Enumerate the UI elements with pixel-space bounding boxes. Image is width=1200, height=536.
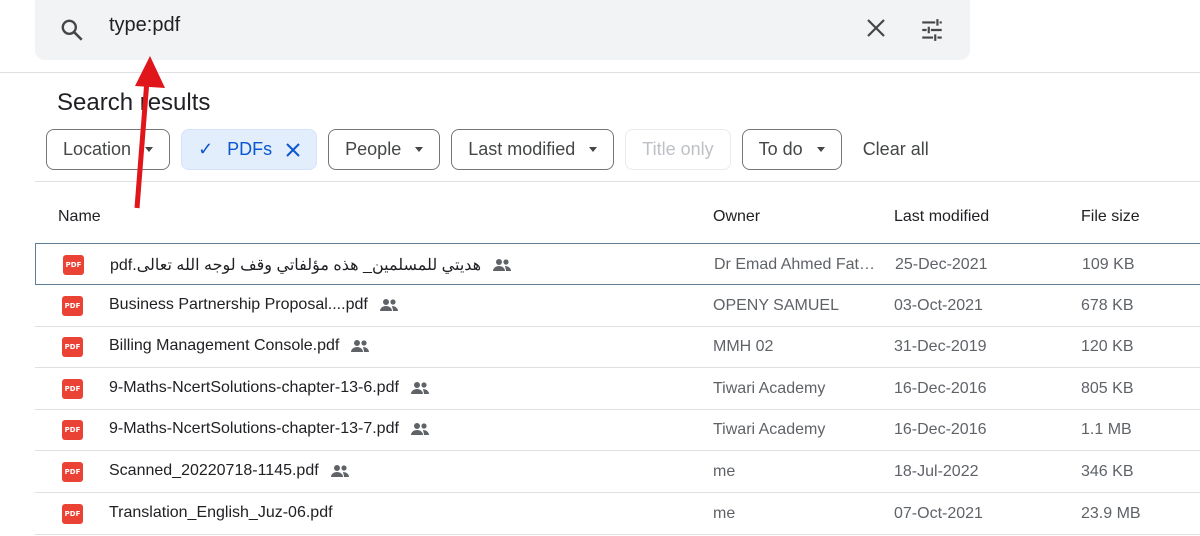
file-owner: me bbox=[713, 463, 736, 480]
file-modified: 18-Jul-2022 bbox=[894, 463, 979, 480]
file-name: 9-Maths-NcertSolutions-chapter-13-6.pdf bbox=[109, 379, 431, 397]
column-header-last-modified[interactable]: Last modified bbox=[894, 208, 989, 226]
shared-icon bbox=[330, 465, 349, 477]
file-owner: me bbox=[713, 504, 736, 522]
file-owner: Tiwari Academy bbox=[713, 421, 826, 439]
shared-icon bbox=[493, 259, 512, 271]
file-row[interactable]: PDF Business Partnership Proposal....pdf… bbox=[35, 285, 1200, 327]
file-name: 9-Maths-NcertSolutions-chapter-13-7.pdf bbox=[109, 420, 431, 438]
caret-down-icon bbox=[816, 147, 825, 152]
pdf-file-icon: PDF bbox=[62, 503, 83, 524]
chip-label: To do bbox=[758, 139, 803, 159]
file-name-text: Business Partnership Proposal....pdf bbox=[109, 295, 368, 313]
file-name-text: Scanned_20220718-1145.pdf bbox=[109, 462, 319, 479]
pdf-file-icon: PDF bbox=[62, 337, 83, 358]
pdf-file-icon: PDF bbox=[62, 378, 83, 399]
file-modified: 16-Dec-2016 bbox=[894, 421, 987, 439]
caret-down-icon bbox=[415, 147, 424, 152]
file-row[interactable]: PDF هديتي للمسلمين_ هذه مؤلفاتي وقف لوجه… bbox=[35, 243, 1200, 285]
file-name-text: 9-Maths-NcertSolutions-chapter-13-7.pdf bbox=[109, 420, 399, 438]
chip-label: Title only bbox=[642, 139, 714, 159]
file-owner: OPENY SAMUEL bbox=[713, 296, 839, 314]
people-filter[interactable]: People bbox=[328, 129, 441, 170]
file-size: 678 KB bbox=[1081, 296, 1134, 314]
file-owner: Dr Emad Ahmed Fat… bbox=[714, 256, 875, 273]
chip-label: Last modified bbox=[468, 139, 576, 159]
shared-icon bbox=[379, 298, 398, 311]
file-row[interactable]: PDF Billing Management Console.pdf MMH 0… bbox=[35, 326, 1200, 369]
file-row[interactable]: PDF Scanned_20220718-1145.pdf me 18-Jul-… bbox=[35, 451, 1200, 493]
file-modified: 07-Oct-2021 bbox=[894, 504, 983, 522]
file-size: 120 KB bbox=[1081, 338, 1134, 356]
file-owner: MMH 02 bbox=[713, 338, 774, 356]
clear-all-button[interactable]: Clear all bbox=[863, 139, 929, 160]
chip-label: People bbox=[345, 139, 402, 159]
file-name: Business Partnership Proposal....pdf bbox=[109, 296, 400, 314]
file-size: 1.1 MB bbox=[1081, 421, 1132, 439]
column-header-owner[interactable]: Owner bbox=[713, 208, 760, 226]
shared-icon bbox=[410, 381, 429, 394]
caret-down-icon bbox=[589, 147, 598, 152]
pdf-file-icon: PDF bbox=[62, 295, 83, 316]
file-row[interactable]: PDF Translation_English_Juz-06.pdf me 07… bbox=[35, 493, 1200, 535]
file-modified: 25-Dec-2021 bbox=[895, 256, 988, 273]
file-name-text: 9-Maths-NcertSolutions-chapter-13-6.pdf bbox=[109, 378, 399, 396]
file-name: Billing Management Console.pdf bbox=[109, 337, 371, 355]
shared-icon bbox=[410, 423, 429, 436]
file-modified: 03-Oct-2021 bbox=[894, 296, 983, 314]
file-modified: 16-Dec-2016 bbox=[894, 379, 987, 397]
pdf-file-icon: PDF bbox=[63, 255, 84, 275]
shared-icon bbox=[351, 340, 370, 353]
file-name-text: Billing Management Console.pdf bbox=[109, 337, 340, 355]
file-name-text: هديتي للمسلمين_ هذه مؤلفاتي وقف لوجه الل… bbox=[110, 257, 482, 274]
file-size: 109 KB bbox=[1082, 256, 1135, 273]
file-size: 805 KB bbox=[1081, 379, 1134, 397]
pdf-file-icon: PDF bbox=[62, 420, 83, 441]
last-modified-filter[interactable]: Last modified bbox=[451, 129, 615, 170]
file-name-text: Translation_English_Juz-06.pdf bbox=[109, 503, 333, 521]
file-size: 346 KB bbox=[1081, 463, 1134, 480]
title-only-filter[interactable]: Title only bbox=[625, 129, 731, 170]
file-modified: 31-Dec-2019 bbox=[894, 338, 987, 356]
tune-icon[interactable] bbox=[919, 17, 945, 43]
to-do-filter[interactable]: To do bbox=[741, 129, 842, 170]
close-icon[interactable] bbox=[865, 17, 887, 39]
file-name: Scanned_20220718-1145.pdf bbox=[109, 462, 351, 480]
file-row[interactable]: PDF 9-Maths-NcertSolutions-chapter-13-7.… bbox=[35, 409, 1200, 452]
file-size: 23.9 MB bbox=[1081, 504, 1141, 522]
column-header-file-size[interactable]: File size bbox=[1081, 208, 1140, 226]
file-name: Translation_English_Juz-06.pdf bbox=[109, 504, 333, 522]
pdf-file-icon: PDF bbox=[62, 462, 83, 482]
file-name: هديتي للمسلمين_ هذه مؤلفاتي وقف لوجه الل… bbox=[110, 255, 513, 275]
file-owner: Tiwari Academy bbox=[713, 379, 826, 397]
annotation-arrow bbox=[134, 56, 165, 209]
file-row[interactable]: PDF 9-Maths-NcertSolutions-chapter-13-6.… bbox=[35, 368, 1200, 410]
